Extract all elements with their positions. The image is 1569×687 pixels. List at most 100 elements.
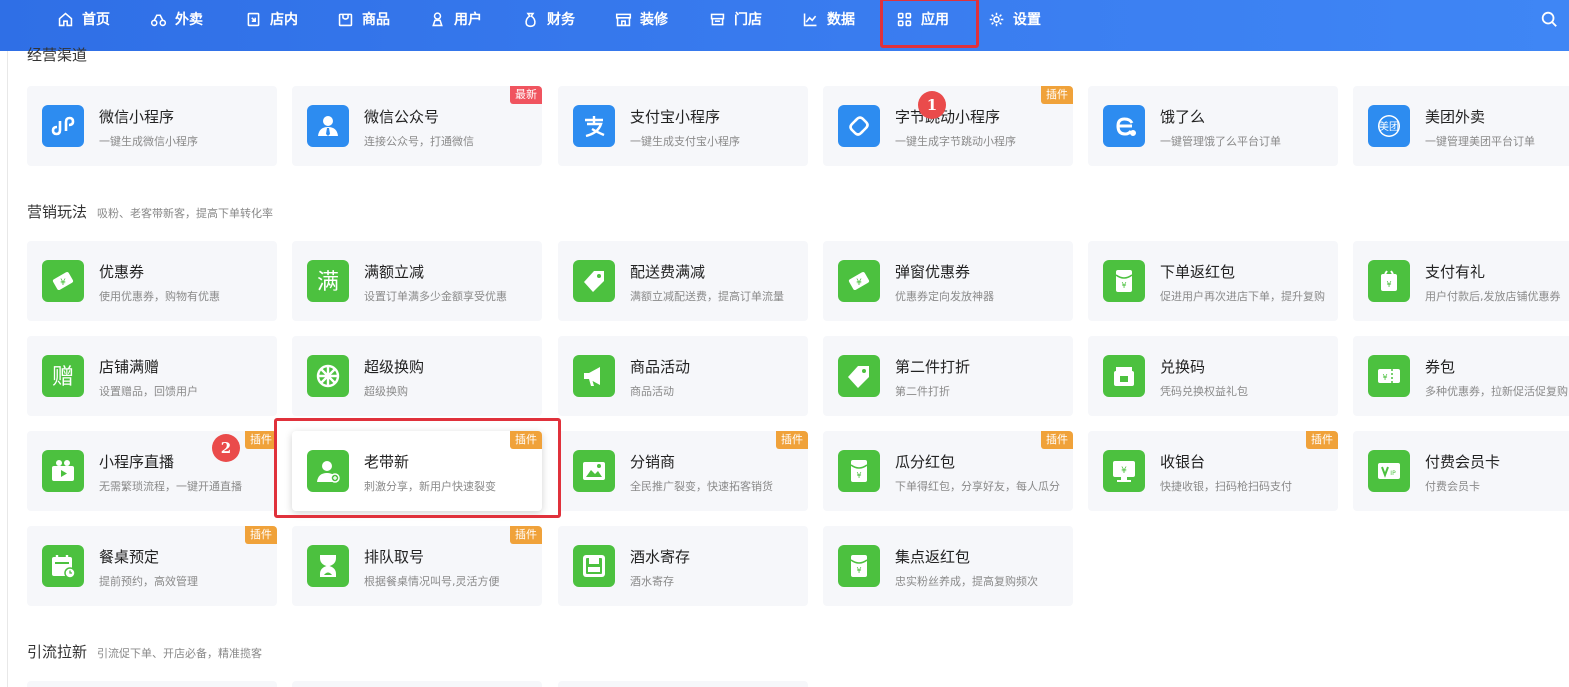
nav-item-label: 门店	[734, 12, 762, 28]
search-icon[interactable]	[1540, 10, 1558, 28]
card-desc: 刺激分享，新用户快速裂变	[364, 480, 496, 493]
section-title-marketing: 营销玩法 吸粉、老客带新客，提高下单转化率	[27, 201, 273, 222]
storefront-icon	[710, 13, 725, 25]
card-title: 分销商	[630, 453, 676, 471]
nav-item-stores[interactable]: 门店	[709, 0, 762, 38]
calendar-icon	[42, 545, 84, 587]
gift-icon: ¥	[1368, 260, 1410, 302]
svg-text:美团: 美团	[1379, 120, 1399, 133]
app-card-wine-storage[interactable]: 酒水寄存 酒水寄存	[558, 526, 808, 606]
app-card-partial[interactable]	[27, 681, 277, 687]
section-title-traffic: 引流拉新 引流促下单、开店必备，精准揽客	[27, 641, 262, 662]
nav-item-label: 设置	[1013, 12, 1041, 28]
app-card-meituan[interactable]: 美团 美团外卖 一键管理美团平台订单	[1353, 86, 1569, 166]
app-card-vip-card[interactable]: IP 付费会员卡 付费会员卡	[1353, 431, 1569, 511]
card-desc: 忠实粉丝养成，提高复购频次	[895, 575, 1038, 588]
app-card-super-exchange[interactable]: 超级换购 超级换购	[292, 336, 542, 416]
plugin-badge: 插件	[245, 526, 277, 544]
shop-front-icon	[615, 13, 632, 26]
app-card-partial[interactable]	[292, 681, 542, 687]
store-in-icon	[247, 12, 260, 26]
card-title: 第二件打折	[895, 358, 971, 376]
app-card-full-reduce[interactable]: 满 满额立减 设置订单满多少金额享受优惠	[292, 241, 542, 321]
card-title: 微信小程序	[99, 108, 175, 126]
app-card-payment-gift[interactable]: ¥ 支付有礼 用户付款后,发放店铺优惠券	[1353, 241, 1569, 321]
nav-item-dine-in[interactable]: 店内	[245, 0, 298, 38]
app-card-invite-new[interactable]: 老带新 刺激分享，新用户快速裂变 插件	[292, 431, 542, 511]
nav-item-label: 应用	[921, 12, 949, 28]
nav-item-home[interactable]: 首页	[57, 0, 110, 38]
card-desc: 根据餐桌情况叫号,灵活方便	[364, 575, 500, 588]
card-desc: 无需繁琐流程，一键开通直播	[99, 480, 242, 493]
card-title: 餐桌预定	[99, 548, 160, 566]
nav-item-decoration[interactable]: 装修	[615, 0, 668, 38]
app-card-store-full-gift[interactable]: 赠 店铺满赠 设置赠品，回馈用户	[27, 336, 277, 416]
nav-item-users[interactable]: 用户	[429, 0, 482, 38]
plugin-badge: 插件	[510, 526, 542, 544]
card-desc: 提前预约，高效管理	[99, 575, 198, 588]
app-card-mini-program-live[interactable]: 小程序直播 无需繁琐流程，一键开通直播 插件	[27, 431, 277, 511]
card-title: 微信公众号	[364, 108, 440, 126]
svg-text:¥: ¥	[1121, 466, 1127, 476]
app-card-coupon[interactable]: ¥ 优惠券 使用优惠券，购物有优惠	[27, 241, 277, 321]
app-card-wechat-mini-program[interactable]: 微信小程序 一键生成微信小程序	[27, 86, 277, 166]
app-card-order-red-packet[interactable]: ¥ 下单返红包 促进用户再次进店下单，提升复购	[1088, 241, 1338, 321]
megaphone-icon	[573, 355, 615, 397]
card-title: 满额立减	[364, 263, 425, 281]
card-desc: 第二件打折	[895, 385, 950, 398]
svg-text:¥: ¥	[856, 566, 861, 575]
home-icon	[58, 12, 73, 26]
storage-icon	[573, 545, 615, 587]
nav-item-settings[interactable]: 设置	[988, 0, 1041, 38]
card-title: 券包	[1425, 358, 1456, 376]
app-card-redeem-code[interactable]: 兑换码 凭码兑换权益礼包	[1088, 336, 1338, 416]
card-title: 支付宝小程序	[630, 108, 721, 126]
red-packet-icon: ¥	[1103, 260, 1145, 302]
app-card-cashier[interactable]: ¥ 收银台 快捷收银，扫码枪扫码支付 插件	[1088, 431, 1338, 511]
card-desc: 优惠券定向发放神器	[895, 290, 994, 303]
app-card-alipay-mini-program[interactable]: 支付宝小程序 一键生成支付宝小程序	[558, 86, 808, 166]
card-title: 小程序直播	[99, 453, 175, 471]
card-title: 超级换购	[364, 358, 425, 376]
nav-item-apps[interactable]: 应用	[896, 0, 949, 38]
app-card-partial[interactable]	[558, 681, 808, 687]
card-title: 弹窗优惠券	[895, 263, 971, 281]
nav-item-label: 外卖	[175, 12, 203, 28]
app-card-split-red-packet[interactable]: ¥ 瓜分红包 下单得红包，分享好友，每人瓜分 插件	[823, 431, 1073, 511]
card-desc: 商品活动	[630, 385, 674, 398]
nav-item-takeout[interactable]: 外卖	[150, 0, 203, 38]
nav-item-data[interactable]: 数据	[802, 0, 855, 38]
nav-item-finance[interactable]: 财务	[522, 0, 575, 38]
gear-icon	[989, 12, 1004, 26]
app-card-delivery-fee-reduce[interactable]: 配送费满减 满额立减配送费，提高订单流量	[558, 241, 808, 321]
section-name: 经营渠道	[27, 46, 88, 64]
app-card-distributor[interactable]: 分销商 全民推广裂变，快速拓客销货 插件	[558, 431, 808, 511]
svg-text:IP: IP	[1390, 470, 1396, 477]
app-card-coupon-pack[interactable]: ¥ 券包 多种优惠券，拉新促活促复购	[1353, 336, 1569, 416]
user-icon	[432, 11, 443, 26]
card-desc: 全民推广裂变，快速拓客销货	[630, 480, 773, 493]
card-title: 老带新	[364, 453, 410, 471]
nav-item-goods[interactable]: 商品	[337, 0, 390, 38]
official-account-icon	[307, 105, 349, 147]
card-desc: 酒水寄存	[630, 575, 674, 588]
card-desc: 一键生成支付宝小程序	[630, 135, 740, 148]
app-card-eleme[interactable]: 饿了么 一键管理饿了么平台订单	[1088, 86, 1338, 166]
svg-text:¥: ¥	[60, 278, 66, 288]
app-card-product-activity[interactable]: 商品活动 商品活动	[558, 336, 808, 416]
app-card-queue-number[interactable]: 排队取号 根据餐桌情况叫号,灵活方便 插件	[292, 526, 542, 606]
app-card-second-discount[interactable]: 第二件打折 第二件打折	[823, 336, 1073, 416]
card-desc: 用户付款后,发放店铺优惠券	[1425, 290, 1561, 303]
app-card-bytedance-mini-program[interactable]: 字节跳动小程序 一键生成字节跳动小程序 插件	[823, 86, 1073, 166]
app-card-popup-coupon[interactable]: ¥ 弹窗优惠券 优惠券定向发放神器	[823, 241, 1073, 321]
points-red-packet-icon: ¥	[838, 545, 880, 587]
app-card-points-red-packet[interactable]: ¥ 集点返红包 忠实粉丝养成，提高复购频次	[823, 526, 1073, 606]
app-card-table-booking[interactable]: 餐桌预定 提前预约，高效管理 插件	[27, 526, 277, 606]
price-tag-icon	[573, 260, 615, 302]
line-chart-icon	[803, 13, 817, 26]
top-nav: 首页 外卖 店内 商品 用户 财务 装修 门店 数据 应用 设置	[0, 0, 1569, 51]
newest-badge: 最新	[510, 86, 542, 104]
mini-program-icon	[42, 105, 84, 147]
app-card-wechat-official-account[interactable]: 微信公众号 连接公众号，打通微信 最新	[292, 86, 542, 166]
coupon-icon: ¥	[42, 260, 84, 302]
